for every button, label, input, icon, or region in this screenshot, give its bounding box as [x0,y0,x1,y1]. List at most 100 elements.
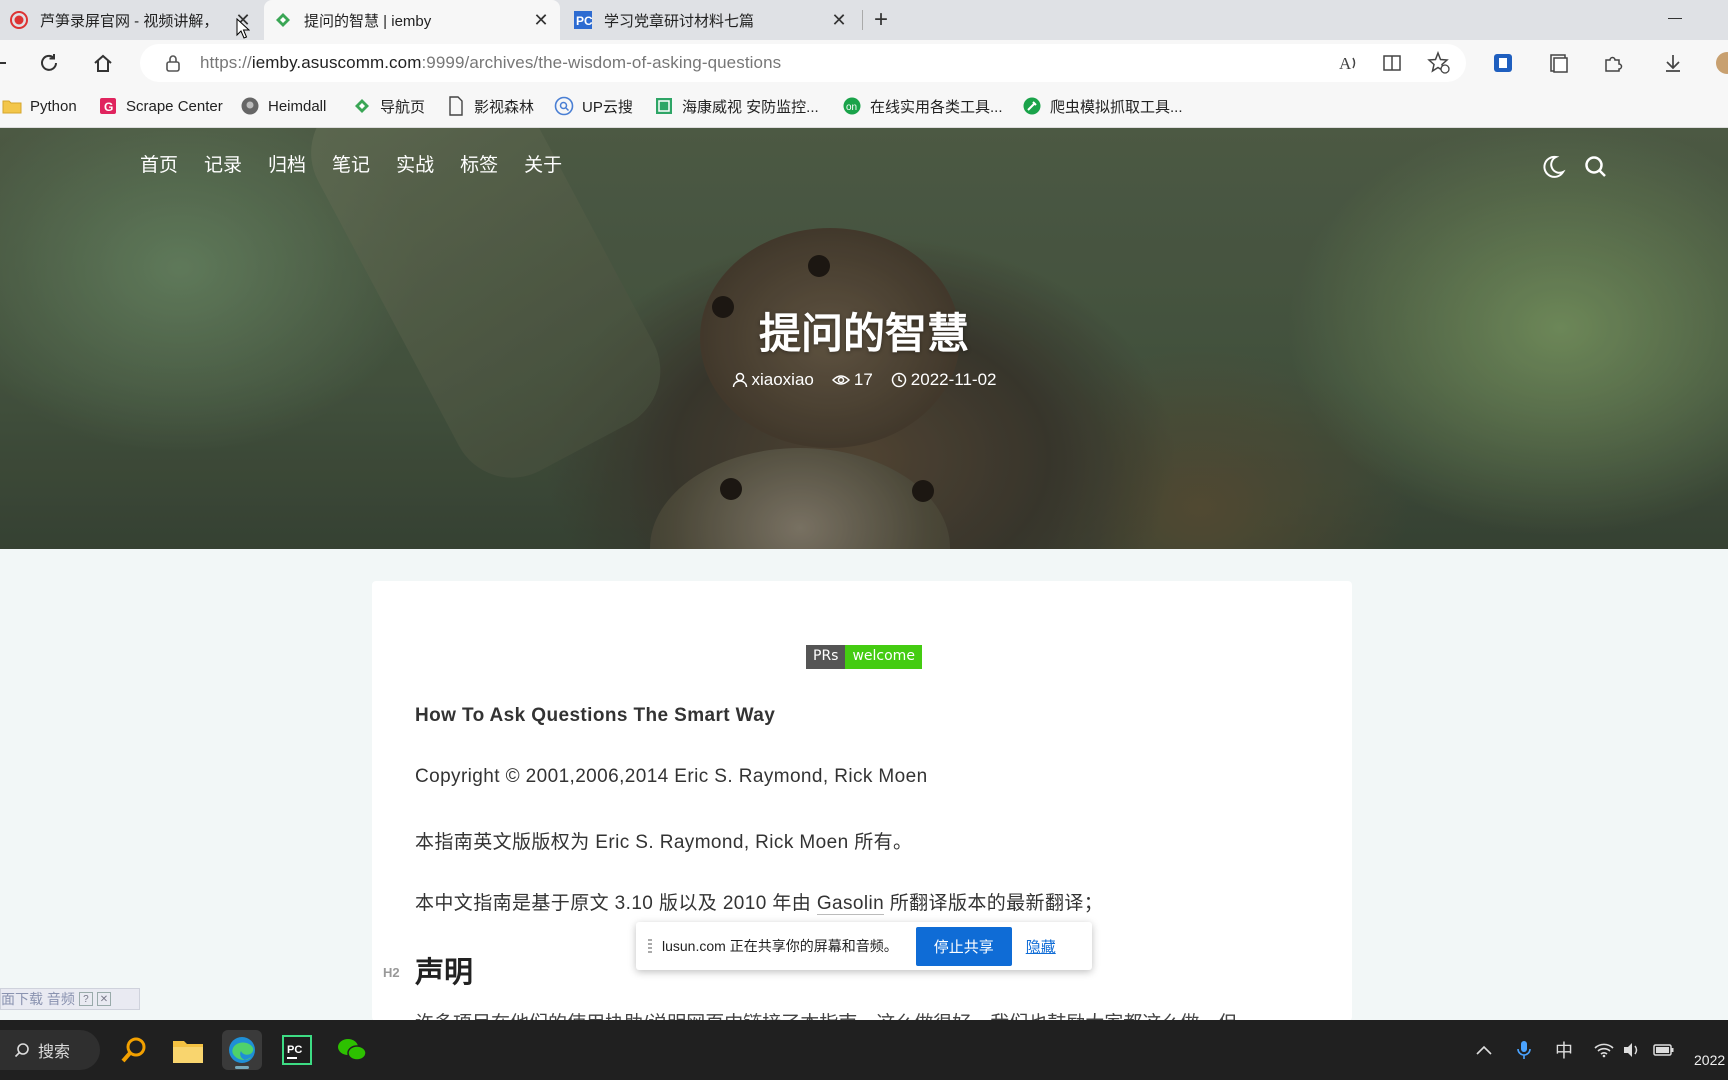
hero-banner-image: 首页 记录 归档 笔记 实战 标签 关于 提问的智慧 xiaoxiao 17 2… [0,128,1728,549]
file-explorer-icon[interactable] [168,1030,208,1070]
article-subtitle: How To Ask Questions The Smart Way [415,705,776,726]
new-tab-plus-icon[interactable]: + [866,5,896,35]
nav-home[interactable]: 首页 [140,150,178,177]
nav-icon [352,96,372,116]
screen-share-popup: lusun.com 正在共享你的屏幕和音频。 停止共享 隐藏 [636,922,1092,970]
bookmark-online-tools[interactable]: on 在线实用各类工具... [842,94,1003,118]
hikvision-icon [654,96,674,116]
search-icon [14,1043,29,1058]
article-copyright: Copyright © 2001,2006,2014 Eric S. Raymo… [415,766,928,787]
address-toolbar: https://iemby.asuscomm.com:9999/archives… [0,40,1728,86]
svg-text:G: G [104,100,113,114]
downloads-icon[interactable] [1660,50,1686,76]
add-favorite-icon[interactable] [1426,50,1452,76]
show-hidden-icons-chevron-icon[interactable] [1472,1038,1496,1062]
tab-separator [862,10,863,30]
mouse-cursor-icon [236,18,250,39]
article-paragraph: 本指南英文版版权为 Eric S. Raymond, Rick Moen 所有。 [415,832,913,853]
tab-study[interactable]: PC 学习党章研讨材料七篇 ✕ [564,0,858,40]
nav-tags[interactable]: 标签 [460,150,498,177]
post-author: xiaoxiao [732,370,814,390]
nav-archives[interactable]: 归档 [268,150,306,177]
wechat-icon[interactable] [332,1030,372,1070]
eye-icon [831,375,850,385]
floating-widget[interactable]: 面下载 音频 ? ✕ [0,988,140,1010]
gasolin-link[interactable]: Gasolin [816,893,885,915]
battery-icon[interactable] [1652,1038,1676,1062]
help-icon[interactable]: ? [78,992,93,1006]
bookmark-scrape-center[interactable]: G Scrape Center [98,94,223,118]
wifi-icon[interactable] [1592,1038,1616,1062]
drag-handle[interactable] [648,939,652,953]
volume-icon[interactable] [1620,1038,1644,1062]
read-aloud-icon[interactable]: A [1336,50,1362,76]
nav-notes[interactable]: 笔记 [332,150,370,177]
tools-icon: on [842,96,862,116]
bookmark-crawler-tool[interactable]: 爬虫模拟抓取工具... [1022,94,1183,118]
collections-icon[interactable] [1546,50,1572,76]
bookmark-up-search[interactable]: UP云搜 [554,94,633,118]
edge-browser-icon[interactable] [222,1030,262,1070]
page-icon [446,96,466,116]
url-field[interactable]: https://iemby.asuscomm.com:9999/archives… [140,44,1466,82]
tab-iemby[interactable]: 提问的智慧 | iemby ✕ [264,0,560,40]
profile-avatar[interactable] [1712,50,1728,76]
taskbar-clock[interactable]: 2022 [1694,1052,1725,1068]
bookmark-hikvision[interactable]: 海康威视 安防监控... [654,94,819,118]
post-views: 17 [831,370,873,390]
record-icon [10,11,28,29]
lock-icon[interactable] [160,50,186,76]
section-heading: 声明 [415,955,474,989]
bookmark-movie-forest[interactable]: 影视森林 [446,94,534,118]
close-icon[interactable]: ✕ [96,992,111,1006]
tab-close-icon[interactable]: ✕ [530,9,552,31]
tab-lusun[interactable]: 芦笋录屏官网 - 视频讲解， ✕ [0,0,262,40]
svg-text:PC: PC [576,14,592,28]
svg-text:A: A [1339,54,1352,73]
post-date: 2022-11-02 [891,370,997,390]
immersive-reader-icon[interactable] [1380,50,1406,76]
url-text: https://iemby.asuscomm.com:9999/archives… [200,53,782,72]
article-paragraph: 本中文指南是基于原文 3.10 版以及 2010 年由 Gasolin 所翻译版… [415,893,1104,915]
ime-indicator[interactable]: 中 [1552,1038,1576,1062]
nav-practice[interactable]: 实战 [396,150,434,177]
stop-sharing-button[interactable]: 停止共享 [915,926,1012,966]
heading-level-tag: H2 [383,965,400,980]
search-app-icon[interactable] [114,1030,154,1070]
search-icon[interactable] [1583,154,1609,180]
taskbar-search[interactable]: 搜索 [0,1030,100,1070]
bookmarks-bar: Python G Scrape Center Heimdall 导航页 影视森林… [0,86,1728,128]
svg-text:on: on [846,102,857,113]
scrape-center-icon: G [98,96,118,116]
folder-icon [2,96,22,116]
window-minimize-button[interactable] [1668,18,1682,19]
crawler-icon [1022,96,1042,116]
pycharm-app-icon[interactable]: PC [277,1030,317,1070]
browser-tab-bar: 芦笋录屏官网 - 视频讲解， ✕ 提问的智慧 | iemby ✕ PC 学习党章… [0,0,1728,40]
active-indicator [235,1066,249,1069]
clock-icon [891,372,907,388]
bookmark-python[interactable]: Python [2,94,77,118]
refresh-icon[interactable] [36,50,62,76]
tab-title: 提问的智慧 | iemby [304,12,432,30]
post-meta: xiaoxiao 17 2022-11-02 [0,370,1728,390]
hide-link[interactable]: 隐藏 [1026,936,1056,957]
home-icon[interactable] [90,50,116,76]
prs-welcome-badge[interactable]: PRs welcome [806,645,922,669]
bookmark-heimdall[interactable]: Heimdall [240,94,326,118]
site-nav-menu: 首页 记录 归档 笔记 实战 标签 关于 [140,150,588,177]
windows-taskbar: 搜索 PC 中 2022 [0,1020,1728,1080]
pycharm-icon: PC [574,11,592,29]
nav-about[interactable]: 关于 [524,150,562,177]
iemby-icon [274,11,292,29]
microphone-icon[interactable] [1512,1038,1536,1062]
tab-close-icon[interactable]: ✕ [828,9,850,31]
extensions-puzzle-icon[interactable] [1600,50,1626,76]
extension-account-icon[interactable] [1490,50,1516,76]
moon-icon[interactable] [1540,154,1566,180]
tab-title: 芦笋录屏官网 - 视频讲解， [40,12,219,30]
bookmark-nav-page[interactable]: 导航页 [352,94,425,118]
back-arrow-icon[interactable] [0,50,12,76]
nav-records[interactable]: 记录 [204,150,242,177]
tab-title: 学习党章研讨材料七篇 [604,12,755,30]
